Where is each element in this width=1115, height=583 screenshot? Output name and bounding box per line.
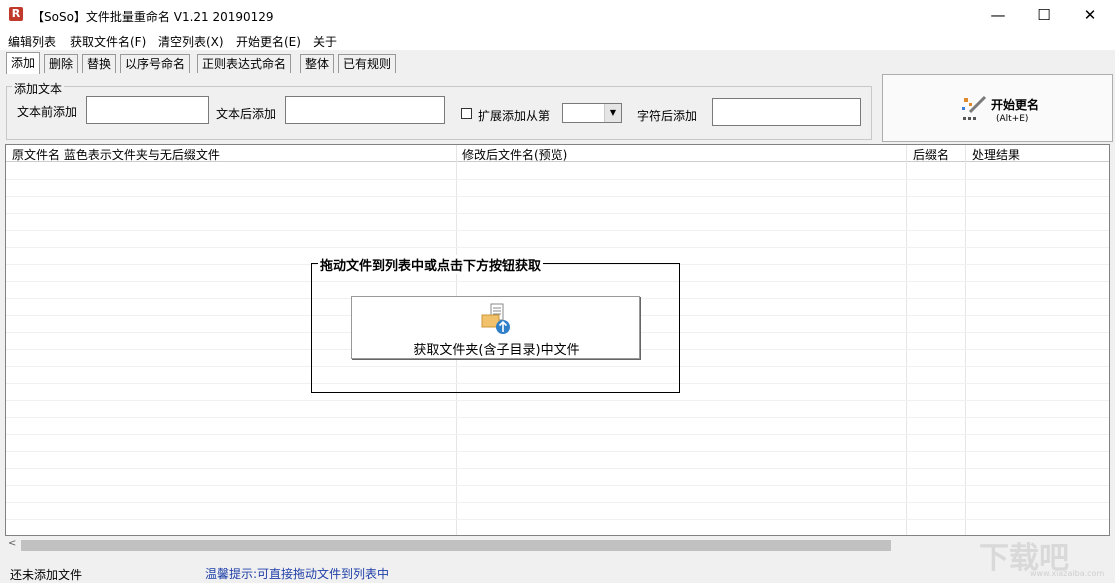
title-bar: R 【SoSo】文件批量重命名 V1.21 20190129 — ☐ ✕ <box>0 0 1115 30</box>
col-extension[interactable]: 后缀名 <box>913 146 949 163</box>
get-folder-files-button[interactable]: 获取文件夹(含子目录)中文件 <box>351 296 640 359</box>
tab-regex-name[interactable]: 正则表达式命名 <box>197 54 291 73</box>
extend-position-select[interactable]: ▼ <box>562 103 622 123</box>
row-gridline <box>6 179 1110 180</box>
tab-delete[interactable]: 删除 <box>44 54 78 73</box>
col-new-name[interactable]: 修改后文件名(预览) <box>462 146 567 163</box>
menu-clear-list[interactable]: 清空列表(X) <box>158 33 224 50</box>
scroll-left-icon[interactable]: < <box>8 538 16 549</box>
row-gridline <box>6 502 1110 503</box>
row-gridline <box>6 230 1110 231</box>
start-rename-label: 开始更名 <box>991 96 1039 113</box>
after-char-input[interactable] <box>712 98 861 126</box>
row-gridline <box>6 417 1110 418</box>
start-rename-shortcut: (Alt+E) <box>996 114 1028 124</box>
tab-sequence-name[interactable]: 以序号命名 <box>120 54 190 73</box>
column-divider <box>965 145 966 535</box>
prefix-input[interactable] <box>86 96 209 124</box>
rename-wand-icon <box>960 93 990 123</box>
row-gridline <box>6 196 1110 197</box>
menu-bar: 编辑列表 获取文件名(F) 清空列表(X) 开始更名(E) 关于 <box>0 30 1115 50</box>
row-gridline <box>6 468 1110 469</box>
row-gridline <box>6 519 1110 520</box>
tab-bar: 添加 删除 替换 以序号命名 正则表达式命名 整体 已有规则 <box>0 52 1115 74</box>
suffix-input[interactable] <box>285 96 445 124</box>
column-divider <box>906 145 907 535</box>
row-gridline <box>6 400 1110 401</box>
suffix-label: 文本后添加 <box>216 105 276 122</box>
prefix-label: 文本前添加 <box>17 103 77 120</box>
row-gridline <box>6 247 1110 248</box>
row-gridline <box>6 434 1110 435</box>
window-title: 【SoSo】文件批量重命名 V1.21 20190129 <box>32 8 274 25</box>
minimize-button[interactable]: — <box>975 0 1021 30</box>
start-rename-button[interactable]: 开始更名 (Alt+E) <box>882 74 1113 142</box>
after-char-label: 字符后添加 <box>637 107 697 124</box>
menu-get-filenames[interactable]: 获取文件名(F) <box>70 33 146 50</box>
extend-add-label: 扩展添加从第 <box>478 107 550 124</box>
row-gridline <box>6 213 1110 214</box>
row-gridline <box>6 485 1110 486</box>
close-button[interactable]: ✕ <box>1067 0 1113 30</box>
drop-zone-title: 拖动文件到列表中或点击下方按钮获取 <box>318 255 543 274</box>
row-gridline <box>6 451 1110 452</box>
extend-add-checkbox[interactable] <box>461 108 472 119</box>
tab-existing-rules[interactable]: 已有规则 <box>338 54 396 73</box>
col-result[interactable]: 处理结果 <box>972 146 1020 163</box>
get-folder-files-label: 获取文件夹(含子目录)中文件 <box>352 339 641 358</box>
app-logo-icon: R <box>9 7 23 21</box>
add-text-legend: 添加文本 <box>12 80 64 97</box>
tab-add[interactable]: 添加 <box>6 52 40 74</box>
col-original-name[interactable]: 原文件名 蓝色表示文件夹与无后缀文件 <box>12 146 220 163</box>
list-header: 原文件名 蓝色表示文件夹与无后缀文件 修改后文件名(预览) 后缀名 处理结果 <box>6 145 1110 162</box>
chevron-down-icon[interactable]: ▼ <box>604 104 621 122</box>
watermark-url: www.xiazaiba.com <box>1030 569 1104 578</box>
menu-about[interactable]: 关于 <box>313 33 337 50</box>
menu-edit-list[interactable]: 编辑列表 <box>8 33 56 50</box>
horizontal-scrollbar[interactable]: < <box>5 537 1110 554</box>
status-file-count: 还未添加文件 <box>10 566 82 583</box>
menu-start-rename[interactable]: 开始更名(E) <box>236 33 301 50</box>
tab-replace[interactable]: 替换 <box>82 54 116 73</box>
scroll-thumb[interactable] <box>21 540 891 551</box>
status-tip: 温馨提示:可直接拖动文件到列表中 <box>205 565 389 582</box>
folder-upload-icon <box>480 303 514 335</box>
tab-whole[interactable]: 整体 <box>300 54 334 73</box>
maximize-button[interactable]: ☐ <box>1021 0 1067 30</box>
status-bar: 还未添加文件 温馨提示:可直接拖动文件到列表中 <box>0 563 1115 582</box>
